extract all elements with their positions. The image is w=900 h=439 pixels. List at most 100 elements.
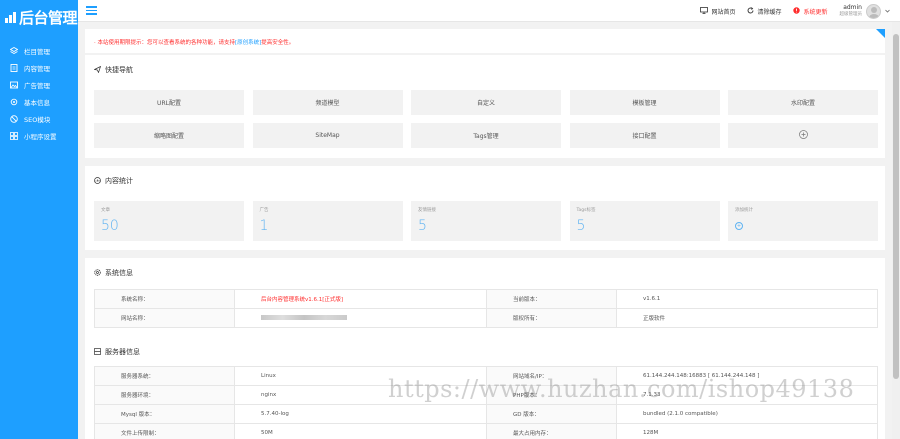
server-info-table: 服务器系统： Linux 网站域名/IP： 61.144.244.148:168… — [94, 366, 878, 439]
stats-title: 内容统计 — [85, 166, 885, 196]
server-icon — [94, 347, 101, 357]
sidebar-item-label: 基本信息 — [24, 98, 50, 107]
user-menu[interactable]: admin 超级管理员 — [840, 3, 891, 19]
quick-api-config-button[interactable]: 接口配置 — [569, 123, 720, 148]
stat-value: 50 — [101, 218, 119, 234]
sidebar-item-label: 小程序设置 — [24, 132, 57, 141]
sidebar-item-columns[interactable]: 栏目管理 — [0, 42, 78, 59]
notice-link[interactable]: [原创系统] — [235, 40, 261, 46]
sidebar-item-content[interactable]: 内容管理 — [0, 59, 78, 76]
table-key: PHP版本： — [486, 385, 617, 405]
sidebar-item-label: 栏目管理 — [24, 47, 50, 56]
system-title: 系统信息 — [85, 258, 885, 288]
quick-tags-button[interactable]: Tags管理 — [411, 123, 561, 148]
gear-icon — [9, 97, 18, 106]
sidebar-item-label: 内容管理 — [24, 64, 50, 73]
corner-badge-icon — [876, 29, 885, 38]
table-value: nginx — [234, 385, 487, 405]
table-value: 50M — [234, 423, 487, 439]
stat-add[interactable]: 添加统计 + — [728, 201, 878, 241]
scrollbar-thumb[interactable] — [893, 34, 899, 379]
blurred-site-name — [261, 315, 347, 320]
stats-title-text: 内容统计 — [105, 177, 133, 185]
table-value: 61.144.244.148:16883 [ 61.144.244.148 ] — [616, 366, 878, 386]
header-links: 网站首页 清除缓存 系统更新 admin 超级管理员 — [700, 0, 890, 22]
table-key: 网站名称： — [94, 308, 235, 328]
table-key: 最大占用内存： — [486, 423, 617, 439]
table-key: 系统名称： — [94, 289, 235, 309]
quick-sitemap-button[interactable]: SiteMap — [252, 123, 403, 148]
document-icon — [9, 63, 18, 72]
top-header: 网站首页 清除缓存 系统更新 admin 超级管理员 — [78, 0, 900, 22]
add-stat-icon[interactable]: + — [735, 222, 743, 230]
stat-tags[interactable]: Tags标签 5 — [569, 201, 720, 241]
table-key: GD 版本： — [486, 404, 617, 424]
stat-label: 广告 — [259, 208, 269, 213]
clear-cache-link[interactable]: 清除缓存 — [747, 6, 781, 16]
table-row: 文件上传限制： 50M 最大占用内存： 128M — [94, 423, 878, 439]
table-value — [234, 308, 487, 328]
user-role: 超级管理员 — [839, 12, 863, 17]
system-title-text: 系统信息 — [105, 269, 133, 277]
table-row: 服务器环境： nginx PHP版本： 7.1.33 — [94, 385, 878, 405]
avatar — [866, 3, 881, 19]
quick-nav-grid: URL配置 频道模型 自定义 模板管理 水印配置 缩略图配置 SiteMap T… — [94, 90, 878, 148]
grid-icon — [9, 131, 18, 140]
logo-icon — [5, 11, 16, 23]
table-value: bundled (2.1.0 compatible) — [616, 404, 878, 424]
notice-text-after: 提高安全性。 — [261, 40, 295, 46]
quick-custom-button[interactable]: 自定义 — [411, 90, 561, 115]
sidebar-item-basic-info[interactable]: 基本信息 — [0, 93, 78, 110]
logo: 后台管理 — [0, 0, 78, 34]
quick-thumbnail-button[interactable]: 缩略图配置 — [94, 123, 244, 148]
server-title: 服务器信息 — [94, 346, 140, 358]
quick-channel-model-button[interactable]: 频道模型 — [252, 90, 403, 115]
sidebar-item-seo[interactable]: SEO模块 — [0, 110, 78, 127]
table-value: Linux — [234, 366, 487, 386]
add-circle-icon — [798, 130, 808, 141]
table-value: 7.1.33 — [616, 385, 878, 405]
table-key: 文件上传限制： — [94, 423, 235, 439]
menu-toggle-icon[interactable] — [86, 6, 97, 15]
stat-label: 添加统计 — [735, 208, 753, 213]
notice-bar: · 本站使用期限提示：您可以查看系统的各种功能，请支持[原创系统]提高安全性。 — [85, 29, 885, 53]
stat-ads[interactable]: 广告 1 — [252, 201, 403, 241]
stats-icon — [94, 176, 101, 186]
stat-articles[interactable]: 文章 50 — [94, 201, 244, 241]
table-row: 网站名称： 版权所有： 正版软件 — [94, 308, 878, 328]
quick-template-button[interactable]: 模板管理 — [569, 90, 720, 115]
table-value: v1.6.1 — [616, 289, 878, 309]
table-key: 当前版本： — [486, 289, 617, 309]
quick-watermark-button[interactable]: 水印配置 — [728, 90, 878, 115]
notice-text-before: · 本站使用期限提示：您可以查看系统的各种功能，请支持 — [94, 40, 235, 46]
site-home-link[interactable]: 网站首页 — [700, 6, 736, 16]
quick-nav-title-text: 快捷导航 — [105, 66, 133, 74]
settings-icon — [94, 268, 101, 278]
system-update-link[interactable]: 系统更新 — [793, 6, 828, 16]
table-value: 5.7.40-log — [234, 404, 487, 424]
table-value: 正版软件 — [616, 308, 878, 328]
table-key: Mysql 版本： — [94, 404, 235, 424]
table-key: 版权所有： — [486, 308, 617, 328]
stats-grid: 文章 50 广告 1 友情链接 5 Tags标签 5 添加统计 + — [94, 201, 878, 241]
site-home-label: 网站首页 — [711, 8, 736, 16]
sidebar-item-miniprogram[interactable]: 小程序设置 — [0, 127, 78, 144]
page-scrollbar[interactable] — [892, 22, 900, 439]
table-value: 后台内容管理系统v1.6.1[正式版] — [234, 289, 487, 309]
stat-label: 文章 — [101, 208, 110, 213]
send-icon — [93, 65, 102, 75]
logo-text: 后台管理 — [19, 8, 78, 27]
stat-links[interactable]: 友情链接 5 — [411, 201, 561, 241]
quick-url-config-button[interactable]: URL配置 — [94, 90, 244, 115]
user-name: admin — [843, 4, 862, 11]
stat-value: 1 — [259, 218, 269, 234]
sidebar-item-ads[interactable]: 广告管理 — [0, 76, 78, 93]
user-name-block: admin 超级管理员 — [840, 4, 863, 18]
sidebar-item-label: 广告管理 — [24, 81, 50, 90]
quick-add-button[interactable] — [728, 123, 878, 148]
system-info-table: 系统名称： 后台内容管理系统v1.6.1[正式版] 当前版本： v1.6.1 网… — [94, 289, 878, 328]
stat-label: 友情链接 — [418, 208, 436, 213]
seo-icon — [9, 114, 18, 123]
table-row: Mysql 版本： 5.7.40-log GD 版本： bundled (2.1… — [94, 404, 878, 424]
quick-nav-card: 快捷导航 URL配置 频道模型 自定义 模板管理 水印配置 缩略图配置 Site… — [85, 55, 885, 158]
